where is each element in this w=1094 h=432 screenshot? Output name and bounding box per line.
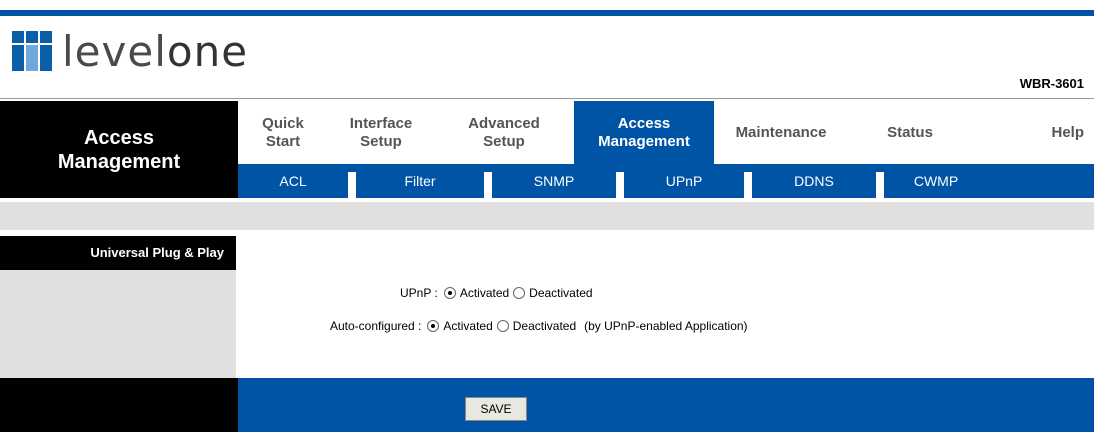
footer-bar bbox=[238, 378, 1094, 432]
logo-icon bbox=[12, 31, 52, 71]
main-navigation: Quick Start Interface Setup Advanced Setup … bbox=[238, 101, 1094, 164]
auto-activated-label: Activated bbox=[443, 319, 493, 333]
auto-config-note: (by UPnP-enabled Application) bbox=[584, 319, 748, 333]
subtab-cwmp[interactable]: CWMP bbox=[884, 164, 988, 198]
subtab-acl[interactable]: ACL bbox=[238, 164, 348, 198]
auto-config-label: Auto-configured : bbox=[330, 319, 422, 333]
tab-access-management[interactable]: Access Management bbox=[574, 101, 714, 164]
upnp-row: UPnP : Activated Deactivated bbox=[400, 286, 593, 300]
subtab-snmp[interactable]: SNMP bbox=[492, 164, 616, 198]
auto-deactivated-radio[interactable] bbox=[496, 320, 509, 332]
footer-left-panel bbox=[0, 378, 238, 432]
subtab-filter[interactable]: Filter bbox=[356, 164, 484, 198]
subtab-ddns[interactable]: DDNS bbox=[752, 164, 876, 198]
tab-advanced-setup[interactable]: Advanced Setup bbox=[434, 101, 574, 164]
auto-config-row: Auto-configured : Activated Deactivated … bbox=[330, 319, 748, 333]
page-title: Access Management bbox=[57, 127, 181, 173]
subnav-separator bbox=[348, 172, 356, 198]
subnav-separator bbox=[876, 172, 884, 198]
upnp-activated-radio[interactable] bbox=[443, 287, 456, 299]
tab-quick-start[interactable]: Quick Start bbox=[238, 101, 328, 164]
upnp-deactivated-radio[interactable] bbox=[513, 287, 526, 299]
levelone-logo: levelone bbox=[12, 22, 248, 80]
top-accent-bar bbox=[0, 10, 1094, 16]
auto-activated-radio[interactable] bbox=[427, 320, 440, 332]
save-button[interactable]: SAVE bbox=[465, 397, 527, 421]
tab-status[interactable]: Status bbox=[848, 101, 972, 164]
brand-name: levelone bbox=[62, 26, 249, 76]
auto-deactivated-label: Deactivated bbox=[512, 319, 577, 333]
tab-help[interactable]: Help bbox=[972, 101, 1094, 164]
tab-interface-setup[interactable]: Interface Setup bbox=[328, 101, 434, 164]
subnav-separator bbox=[744, 172, 752, 198]
subtab-upnp[interactable]: UPnP bbox=[624, 164, 744, 198]
upnp-label: UPnP : bbox=[400, 286, 438, 300]
section-label: Universal Plug & Play bbox=[0, 236, 236, 270]
spacer-bar bbox=[0, 202, 1094, 230]
subnav-separator bbox=[616, 172, 624, 198]
tab-maintenance[interactable]: Maintenance bbox=[714, 101, 848, 164]
model-label: WBR-3601 bbox=[1019, 76, 1084, 91]
header-divider bbox=[0, 98, 1094, 99]
upnp-activated-label: Activated bbox=[459, 286, 510, 300]
sub-navigation: ACL Filter SNMP UPnP DDNS CWMP bbox=[238, 164, 1094, 198]
upnp-deactivated-label: Deactivated bbox=[529, 286, 593, 300]
section-side-panel bbox=[0, 270, 236, 378]
sidebar-title-panel: Access Management bbox=[0, 101, 238, 198]
subnav-separator bbox=[484, 172, 492, 198]
